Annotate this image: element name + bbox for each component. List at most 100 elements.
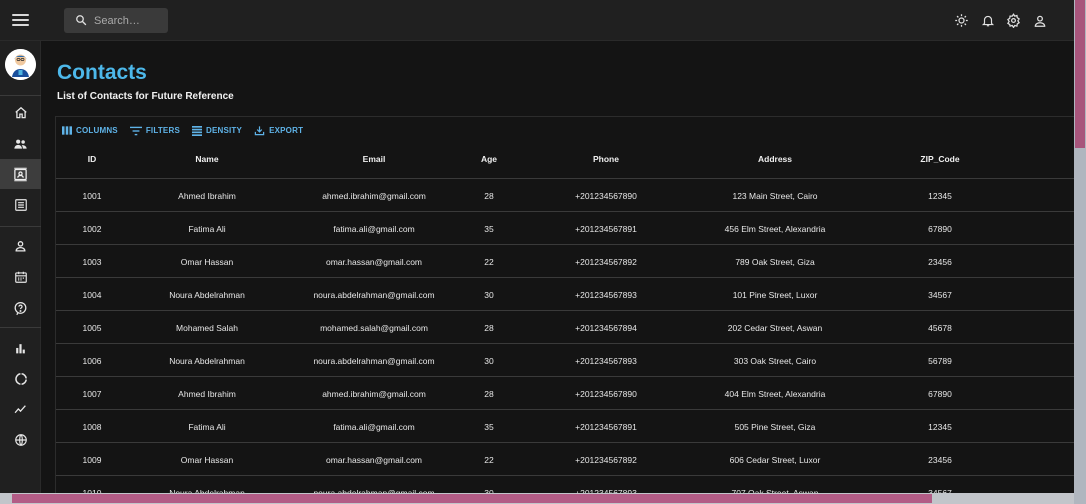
cell-email: fatima.ali@gmail.com [333,422,415,432]
cell-phone: +201234567894 [575,323,637,333]
cell-address: 505 Pine Street, Giza [734,422,816,432]
filter-icon [129,126,142,135]
cell-email: omar.hassan@gmail.com [325,257,423,267]
cell-name: Noura Abdelrahman [169,290,245,300]
table-row[interactable]: 1005 Mohamed Salah mohamed.salah@gmail.com… [56,310,1074,343]
pie-chart-icon [14,373,27,385]
search-icon [76,15,87,26]
cell-zip-code: 67890 [928,224,952,234]
table-row[interactable]: 1008 Fatima Ali fatima.ali@gmail.com 35 +201… [56,409,1074,442]
table-row[interactable]: 1001 Ahmed Ibrahim ahmed.ibrahim@gmail.com… [56,178,1074,211]
column-header-age[interactable]: Age [464,154,514,164]
cell-email: ahmed.ibrahim@gmail.com [322,191,426,201]
cell-id: 1003 [82,257,102,267]
cell-id: 1009 [82,455,102,465]
density-button[interactable]: DENSITY [191,125,242,136]
user-icon[interactable] [1031,12,1048,29]
sidebar-item-team[interactable] [0,129,41,159]
cell-id: 1006 [82,356,102,366]
bar-chart-icon [16,343,25,353]
cell-zip-code: 12345 [928,191,952,201]
cell-address: 606 Cedar Street, Luxor [729,455,821,465]
cell-name: Omar Hassan [180,455,234,465]
sidebar-item-faq[interactable] [0,293,41,323]
column-header-email[interactable]: Email [279,154,469,164]
cell-address: 789 Oak Street, Giza [735,257,815,267]
table-row[interactable]: 1003 Omar Hassan omar.hassan@gmail.com 22 +2… [56,244,1074,277]
cell-name: Noura Abdelrahman [169,356,245,366]
cell-address: 101 Pine Street, Luxor [732,290,818,300]
vertical-scrollbar-thumb[interactable] [1075,0,1085,148]
cell-id: 1007 [82,389,102,399]
main-content: Contacts List of Contacts for Future Ref… [41,41,1074,504]
sun-icon[interactable] [953,12,970,29]
columns-icon [62,126,72,135]
gear-icon[interactable] [1005,12,1022,29]
table-row[interactable]: 1004 Noura Abdelrahman noura.abdelrahman@g… [56,277,1074,310]
sidebar-item-bar[interactable] [0,333,41,363]
search-input[interactable] [94,8,164,33]
cell-name: Omar Hassan [180,257,234,267]
top-bar [0,0,1074,41]
cell-id: 1005 [82,323,102,333]
filters-button[interactable]: FILTERS [129,125,180,136]
sidebar-item-contacts[interactable] [0,159,41,189]
cell-age: 30 [484,356,494,366]
column-header-phone[interactable]: Phone [546,154,666,164]
cell-age: 22 [484,257,494,267]
cell-address: 123 Main Street, Cairo [732,191,818,201]
contacts-icon [14,167,27,181]
table-row[interactable]: 1006 Noura Abdelrahman noura.abdelrahman@g… [56,343,1074,376]
search-box[interactable] [64,8,168,33]
horizontal-scrollbar-thumb[interactable] [12,494,932,503]
cell-id: 1001 [82,191,102,201]
cell-phone: +201234567891 [575,422,637,432]
cell-age: 35 [484,422,494,432]
cell-id: 1002 [82,224,102,234]
cell-name: Fatima Ali [188,422,226,432]
home-icon [14,106,27,119]
column-header-id[interactable]: ID [62,154,122,164]
cell-zip-code: 12345 [928,422,952,432]
column-header-name[interactable]: Name [132,154,282,164]
cell-name: Mohamed Salah [176,323,238,333]
cell-age: 28 [484,389,494,399]
cell-zip-code: 67890 [928,389,952,399]
person-icon [15,241,26,252]
cell-phone: +201234567892 [575,455,637,465]
page-subtitle: List of Contacts for Future Reference [57,91,234,102]
cell-age: 22 [484,455,494,465]
people-icon [14,139,27,149]
line-chart-icon [14,404,26,413]
cell-phone: +201234567893 [575,290,637,300]
table-row[interactable]: 1002 Fatima Ali fatima.ali@gmail.com 35 +201… [56,211,1074,244]
cell-email: noura.abdelrahman@gmail.com [313,290,435,300]
cell-age: 35 [484,224,494,234]
sidebar-item-profile[interactable] [0,231,41,261]
column-header-zip-code[interactable]: ZIP_Code [890,154,990,164]
globe-icon [14,434,27,446]
cell-zip-code: 45678 [928,323,952,333]
sidebar-item-line[interactable] [0,394,41,424]
avatar[interactable] [5,49,36,80]
cell-email: mohamed.salah@gmail.com [320,323,428,333]
cell-name: Fatima Ali [188,224,226,234]
menu-icon[interactable] [12,12,29,28]
column-header-address[interactable]: Address [665,154,885,164]
table-row[interactable]: 1007 Ahmed Ibrahim ahmed.ibrahim@gmail.com… [56,376,1074,409]
sidebar [0,41,41,504]
page-title: Contacts [57,61,147,84]
export-button[interactable]: EXPORT [254,125,303,136]
bell-icon[interactable] [979,12,996,29]
sidebar-item-calendar[interactable] [0,262,41,292]
sidebar-item-pie[interactable] [0,364,41,394]
contacts-data-grid: COLUMNS FILTERS DENSITY EXPORT ID Name Ema… [55,116,1074,504]
table-row[interactable]: 1009 Omar Hassan omar.hassan@gmail.com 22 +2… [56,442,1074,475]
sidebar-item-invoices[interactable] [0,190,41,220]
sidebar-item-home[interactable] [0,98,41,128]
cell-address: 202 Cedar Street, Aswan [727,323,823,333]
columns-button[interactable]: COLUMNS [62,125,118,136]
grid-toolbar: COLUMNS FILTERS DENSITY EXPORT [62,125,303,136]
sidebar-item-geography[interactable] [0,425,41,455]
cell-age: 28 [484,191,494,201]
